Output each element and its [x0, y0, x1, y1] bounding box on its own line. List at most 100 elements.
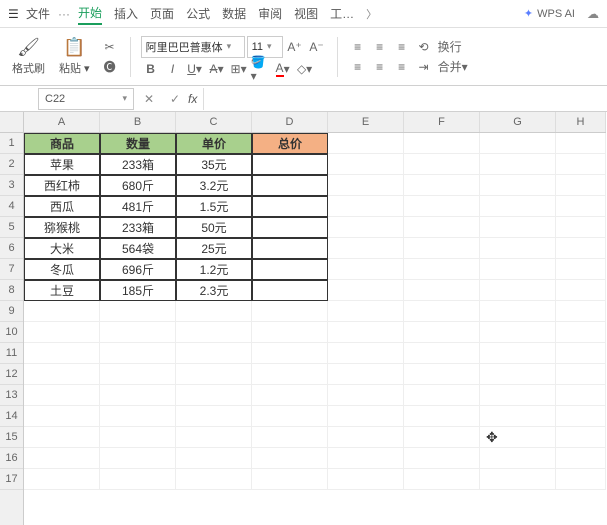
row-header-15[interactable]: 15 — [0, 427, 23, 448]
cloud-icon[interactable]: ☁ — [587, 7, 599, 21]
cell-E4[interactable] — [328, 196, 404, 217]
cell-C2[interactable]: 35元 — [176, 154, 252, 175]
cell-G1[interactable] — [480, 133, 556, 154]
cell-A7[interactable]: 冬瓜 — [24, 259, 100, 280]
merge-button[interactable]: 合并▾ — [436, 58, 470, 76]
cell-F10[interactable] — [404, 322, 480, 343]
italic-button[interactable]: I — [163, 60, 183, 78]
cell-G14[interactable] — [480, 406, 556, 427]
cell-F8[interactable] — [404, 280, 480, 301]
align-mid-button[interactable]: ≡ — [370, 38, 390, 56]
cell-C9[interactable] — [176, 301, 252, 322]
cell-H14[interactable] — [556, 406, 606, 427]
align-bot-button[interactable]: ≡ — [392, 38, 412, 56]
cell-H6[interactable] — [556, 238, 606, 259]
cell-C1[interactable]: 单价 — [176, 133, 252, 154]
cell-C10[interactable] — [176, 322, 252, 343]
cell-G5[interactable] — [480, 217, 556, 238]
cell-B5[interactable]: 233箱 — [100, 217, 176, 238]
align-top-button[interactable]: ≡ — [348, 38, 368, 56]
cell-D12[interactable] — [252, 364, 328, 385]
cell-G3[interactable] — [480, 175, 556, 196]
cell-B3[interactable]: 680斤 — [100, 175, 176, 196]
cell-D4[interactable] — [252, 196, 328, 217]
cell-H4[interactable] — [556, 196, 606, 217]
cell-H15[interactable] — [556, 427, 606, 448]
cell-D9[interactable] — [252, 301, 328, 322]
cancel-button[interactable]: ✕ — [138, 88, 160, 110]
tab-formula[interactable]: 公式 — [186, 3, 210, 24]
cell-H13[interactable] — [556, 385, 606, 406]
cell-C7[interactable]: 1.2元 — [176, 259, 252, 280]
menu-icon[interactable]: ☰ — [8, 7, 22, 21]
cell-E16[interactable] — [328, 448, 404, 469]
name-box[interactable]: C22 ▾ — [38, 88, 134, 110]
cell-H5[interactable] — [556, 217, 606, 238]
col-header-G[interactable]: G — [480, 112, 556, 132]
cell-B4[interactable]: 481斤 — [100, 196, 176, 217]
cells[interactable]: ✥ 商品数量单价总价苹果233箱35元西红柿680斤3.2元西瓜481斤1.5元… — [24, 133, 606, 525]
bold-button[interactable]: B — [141, 60, 161, 78]
cell-B11[interactable] — [100, 343, 176, 364]
wps-ai-button[interactable]: ✦ WPS AI — [524, 7, 575, 20]
cell-H17[interactable] — [556, 469, 606, 490]
cell-G4[interactable] — [480, 196, 556, 217]
cell-A2[interactable]: 苹果 — [24, 154, 100, 175]
cell-C14[interactable] — [176, 406, 252, 427]
cell-E1[interactable] — [328, 133, 404, 154]
cell-E10[interactable] — [328, 322, 404, 343]
cell-B12[interactable] — [100, 364, 176, 385]
row-header-1[interactable]: 1 — [0, 133, 23, 154]
increase-font-button[interactable]: A⁺ — [285, 38, 305, 56]
cell-G11[interactable] — [480, 343, 556, 364]
tab-view[interactable]: 视图 — [294, 3, 318, 24]
cell-A12[interactable] — [24, 364, 100, 385]
row-header-5[interactable]: 5 — [0, 217, 23, 238]
cell-C15[interactable] — [176, 427, 252, 448]
fill-color-button[interactable]: 🪣▾ — [251, 60, 271, 78]
cell-C13[interactable] — [176, 385, 252, 406]
align-right-button[interactable]: ≡ — [392, 58, 412, 76]
cell-F11[interactable] — [404, 343, 480, 364]
confirm-button[interactable]: ✓ — [164, 88, 186, 110]
cell-A11[interactable] — [24, 343, 100, 364]
cell-B14[interactable] — [100, 406, 176, 427]
cell-E3[interactable] — [328, 175, 404, 196]
cell-B10[interactable] — [100, 322, 176, 343]
select-all-corner[interactable] — [0, 112, 24, 133]
cell-D7[interactable] — [252, 259, 328, 280]
cell-E2[interactable] — [328, 154, 404, 175]
cell-H10[interactable] — [556, 322, 606, 343]
cell-A14[interactable] — [24, 406, 100, 427]
tab-page[interactable]: 页面 — [150, 3, 174, 24]
row-header-9[interactable]: 9 — [0, 301, 23, 322]
cell-D15[interactable] — [252, 427, 328, 448]
cell-D6[interactable] — [252, 238, 328, 259]
cell-A3[interactable]: 西红柿 — [24, 175, 100, 196]
cell-F6[interactable] — [404, 238, 480, 259]
cell-C17[interactable] — [176, 469, 252, 490]
col-header-C[interactable]: C — [176, 112, 252, 132]
cell-E14[interactable] — [328, 406, 404, 427]
cell-G12[interactable] — [480, 364, 556, 385]
align-left-button[interactable]: ≡ — [348, 58, 368, 76]
col-header-H[interactable]: H — [556, 112, 606, 132]
cell-A17[interactable] — [24, 469, 100, 490]
row-header-17[interactable]: 17 — [0, 469, 23, 490]
row-header-2[interactable]: 2 — [0, 154, 23, 175]
cell-A15[interactable] — [24, 427, 100, 448]
cell-B1[interactable]: 数量 — [100, 133, 176, 154]
cell-G9[interactable] — [480, 301, 556, 322]
cell-H7[interactable] — [556, 259, 606, 280]
cell-B13[interactable] — [100, 385, 176, 406]
cell-G6[interactable] — [480, 238, 556, 259]
cell-H16[interactable] — [556, 448, 606, 469]
cell-G10[interactable] — [480, 322, 556, 343]
underline-button[interactable]: U▾ — [185, 60, 205, 78]
cell-E5[interactable] — [328, 217, 404, 238]
strike-button[interactable]: A▾ — [207, 60, 227, 78]
cell-C6[interactable]: 25元 — [176, 238, 252, 259]
cell-G7[interactable] — [480, 259, 556, 280]
col-header-B[interactable]: B — [100, 112, 176, 132]
cell-E13[interactable] — [328, 385, 404, 406]
